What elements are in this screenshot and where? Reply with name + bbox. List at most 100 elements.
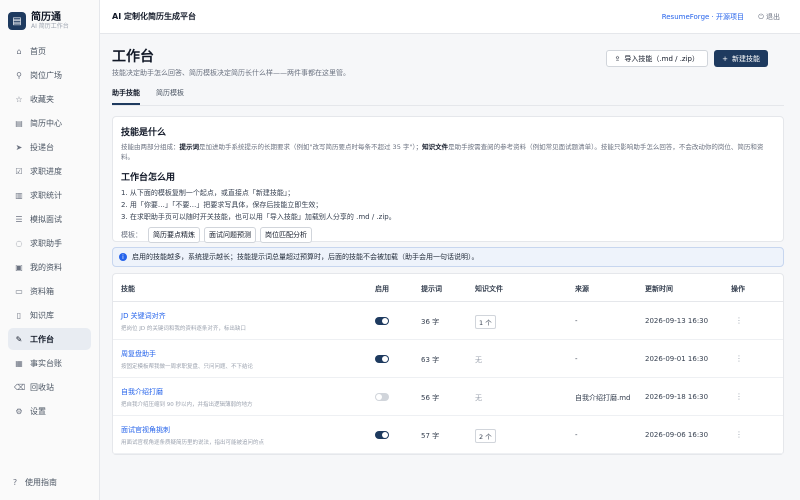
skill-source: - bbox=[575, 317, 578, 325]
nav-icon: ☑ bbox=[15, 166, 23, 176]
col-skill: 技能 bbox=[121, 285, 135, 293]
skill-source: - bbox=[575, 431, 578, 439]
document-icon: ▤ bbox=[8, 12, 26, 30]
col-prompt: 提示词 bbox=[421, 285, 442, 293]
nav-icon: ✎ bbox=[15, 334, 23, 344]
sidebar-item-label: 求职助手 bbox=[30, 238, 62, 248]
skill-source: 自我介绍打磨.md bbox=[575, 394, 631, 402]
sidebar-item[interactable]: ✎ 工作台 bbox=[8, 328, 91, 350]
skill-description: 把岗位 JD 的关键词和我的资料逐条对齐，标出缺口 bbox=[121, 326, 246, 332]
sidebar-item[interactable]: ➤ 投递台 bbox=[8, 136, 91, 158]
nav-icon: ⚙ bbox=[15, 406, 23, 416]
skill-source: - bbox=[575, 355, 578, 363]
sidebar-item-label: 事实台账 bbox=[30, 358, 62, 368]
table-row: 自我介绍打磨 把自我介绍压缩到 90 秒以内，并指出逻辑薄弱的地方 56 字 无 自我介… bbox=[113, 378, 783, 416]
new-skill-button[interactable]: + 新建技能 bbox=[714, 50, 768, 67]
new-label: 新建技能 bbox=[732, 54, 760, 63]
col-enabled: 启用 bbox=[375, 285, 389, 293]
sidebar-item[interactable]: ▭ 资料箱 bbox=[8, 280, 91, 302]
knowledge-files-badge[interactable]: 2 个 bbox=[475, 429, 496, 443]
enable-toggle[interactable] bbox=[375, 393, 389, 401]
skill-description: 按固定模板帮我做一周求职复盘、只问问题、不下结论 bbox=[121, 364, 254, 370]
nav-icon: ☆ bbox=[15, 94, 23, 104]
table-row: JD 关键词对齐把岗位 JD 的关键词和我的资料逐条对齐，标出缺口 36 字 1 个… bbox=[113, 302, 783, 340]
template-label: 模板： bbox=[121, 231, 142, 239]
tab-templates[interactable]: 简历模板 bbox=[156, 84, 184, 105]
import-skill-button[interactable]: ⇪ 导入技能（.md / .zip） bbox=[605, 50, 708, 67]
prompt-length: 57 字 bbox=[421, 432, 440, 440]
skill-name-link[interactable]: 面试官视角挑刺 bbox=[121, 425, 170, 435]
template-button[interactable]: 面试问题预测 bbox=[204, 227, 256, 243]
sidebar-item[interactable]: ▤ 简历中心 bbox=[8, 112, 91, 134]
sidebar-item[interactable]: ☆ 收藏夹 bbox=[8, 88, 91, 110]
usage-step: 1. 从下面的模板复制一个起点，或直接点「新建技能」； bbox=[121, 189, 295, 197]
updated-time: 2026-09-18 16:30 bbox=[645, 393, 709, 401]
enable-toggle[interactable] bbox=[375, 431, 389, 439]
app-title: AI 定制化简历生成平台 bbox=[112, 12, 196, 21]
sidebar-item-label: 求职统计 bbox=[30, 190, 62, 200]
skill-name-link[interactable]: 周复盘助手 bbox=[121, 349, 156, 359]
skill-name-link[interactable]: JD 关键词对齐 bbox=[121, 311, 166, 321]
sidebar-item[interactable]: ⚲ 岗位广场 bbox=[8, 64, 91, 86]
help-link[interactable]: ? 使用指南 bbox=[10, 477, 57, 488]
sidebar-item-label: 我的资料 bbox=[30, 262, 62, 272]
more-icon[interactable]: ⋮ bbox=[735, 354, 743, 363]
prompt-length: 36 字 bbox=[421, 318, 440, 326]
enable-toggle[interactable] bbox=[375, 355, 389, 363]
updated-time: 2026-09-06 16:30 bbox=[645, 431, 709, 439]
enable-toggle[interactable] bbox=[375, 317, 389, 325]
logout-button[interactable]: ⏻ 退出 bbox=[758, 12, 780, 22]
sidebar-item-label: 资料箱 bbox=[30, 286, 54, 296]
sidebar-item-label: 求职进度 bbox=[30, 166, 62, 176]
nav-icon: ⚲ bbox=[16, 70, 22, 80]
updated-time: 2026-09-13 16:30 bbox=[645, 317, 709, 325]
sidebar-item[interactable]: ⌫ 回收站 bbox=[8, 376, 91, 398]
brand-subtitle: AI 简历工作台 bbox=[31, 22, 69, 30]
info-icon: i bbox=[119, 253, 127, 261]
sidebar-item[interactable]: ▥ 求职统计 bbox=[8, 184, 91, 206]
sidebar-item-label: 简历中心 bbox=[30, 118, 62, 128]
sidebar-item-label: 设置 bbox=[30, 406, 46, 416]
sidebar: ▤ 简历通 AI 简历工作台 ⌂ 首页 ⚲ 岗位广场 ☆ 收藏夹 ▤ 简历中心 ➤ 投递台 ☑ 求职进… bbox=[0, 0, 100, 500]
col-updated: 更新时间 bbox=[645, 285, 673, 293]
import-label: 导入技能（.md / .zip） bbox=[624, 54, 699, 63]
sidebar-item[interactable]: ▯ 知识库 bbox=[8, 304, 91, 326]
page-subtitle: 技能决定助手怎么回答、简历模板决定简历长什么样——两件事都在这里管。 bbox=[112, 69, 350, 77]
usage-steps: 1. 从下面的模板复制一个起点，或直接点「新建技能」； 2. 用「你要…」「不要… bbox=[121, 187, 775, 223]
sidebar-item[interactable]: ▣ 我的资料 bbox=[8, 256, 91, 278]
sidebar-item[interactable]: ⚙ 设置 bbox=[8, 400, 91, 422]
sidebar-item-label: 知识库 bbox=[30, 310, 54, 320]
tab-skills[interactable]: 助手技能 bbox=[112, 84, 140, 105]
sidebar-item[interactable]: ⌂ 首页 bbox=[8, 40, 91, 62]
sidebar-item[interactable]: ☰ 模拟面试 bbox=[8, 208, 91, 230]
col-files: 知识文件 bbox=[475, 285, 503, 293]
info-paragraph: 技能由两部分组成：提示词是加进助手系统提示的长期要求（例如"改写简历要点时每条不… bbox=[121, 142, 775, 162]
skill-description: 把自我介绍压缩到 90 秒以内，并指出逻辑薄弱的地方 bbox=[121, 402, 253, 408]
sidebar-item-label: 工作台 bbox=[30, 334, 54, 344]
more-icon[interactable]: ⋮ bbox=[735, 430, 743, 439]
sidebar-item[interactable]: ▦ 事实台账 bbox=[8, 352, 91, 374]
knowledge-files-badge[interactable]: 1 个 bbox=[475, 315, 496, 329]
nav-icon: ⌂ bbox=[16, 46, 22, 56]
more-icon[interactable]: ⋮ bbox=[735, 392, 743, 401]
plus-icon: + bbox=[722, 54, 728, 63]
template-button[interactable]: 岗位匹配分析 bbox=[260, 227, 312, 243]
nav-icon: ▦ bbox=[15, 358, 23, 368]
upload-icon: ⇪ bbox=[614, 54, 621, 63]
usage-step: 2. 用「你要…」「不要…」把要求写具体，保存后技能立即生效； bbox=[121, 201, 323, 209]
page-header: 工作台 技能决定助手怎么回答、简历模板决定简历长什么样——两件事都在这里管。 ⇪… bbox=[112, 34, 784, 78]
brand[interactable]: ▤ 简历通 AI 简历工作台 bbox=[0, 0, 99, 34]
skills-table: 技能 启用 提示词 知识文件 来源 更新时间 操作 JD 关键词对齐 把岗位 JD… bbox=[112, 273, 784, 455]
skill-name-link[interactable]: 自我介绍打磨 bbox=[121, 387, 163, 397]
template-button[interactable]: 简历要点精炼 bbox=[148, 227, 200, 243]
skill-info-card: 技能是什么 技能由两部分组成：提示词是加进助手系统提示的长期要求（例如"改写简历… bbox=[112, 116, 784, 243]
nav-icon: ▥ bbox=[15, 190, 23, 200]
logout-label: 退出 bbox=[766, 12, 780, 21]
more-icon[interactable]: ⋮ bbox=[735, 316, 743, 325]
project-link[interactable]: ResumeForge · 开源项目 bbox=[662, 12, 744, 22]
sidebar-item[interactable]: ◌ 求职助手 bbox=[8, 232, 91, 254]
notice-text: 启用的技能越多，系统提示越长；技能提示词总量超过预算时，后面的技能不会被加载（助… bbox=[132, 253, 479, 261]
knowledge-files: 无 bbox=[475, 356, 482, 364]
tabs: 助手技能 简历模板 bbox=[112, 84, 784, 106]
sidebar-item[interactable]: ☑ 求职进度 bbox=[8, 160, 91, 182]
